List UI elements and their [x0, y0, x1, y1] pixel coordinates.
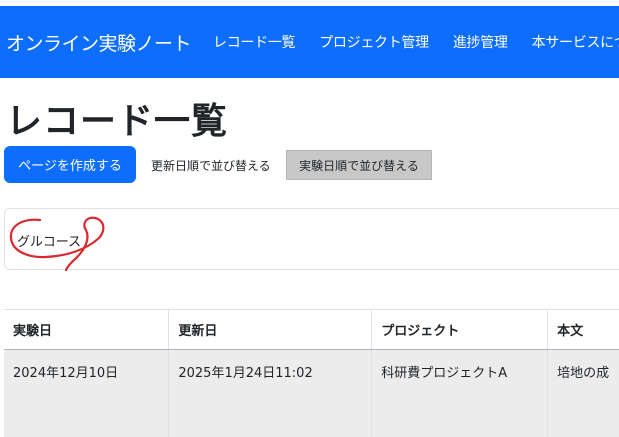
- records-table: 実験日 更新日 プロジェクト 本文 2024年12月10日 2025年1月24日…: [4, 309, 619, 437]
- circle-stroke: [9, 216, 105, 272]
- nav-link-about[interactable]: 本サービスについて: [532, 32, 619, 52]
- nav-link-progress[interactable]: 進捗管理: [453, 32, 508, 52]
- nav-link-records[interactable]: レコード一覧: [213, 32, 296, 52]
- sort-by-experiment-date-button[interactable]: 実験日順で並び替える: [286, 150, 432, 180]
- cell-experiment-date: 2024年12月10日: [4, 349, 170, 437]
- create-page-button[interactable]: ページを作成する: [4, 146, 136, 183]
- top-navbar: オンライン実験ノート レコード一覧 プロジェクト管理 進捗管理 本サービスについ…: [0, 6, 619, 78]
- column-header-body[interactable]: 本文: [547, 309, 619, 350]
- cell-body: 培地の成: [547, 349, 619, 437]
- column-header-project[interactable]: プロジェクト: [371, 309, 549, 350]
- sort-by-updated-button[interactable]: 更新日順で並び替える: [145, 150, 277, 180]
- page-title: レコード一覧: [6, 101, 229, 142]
- column-header-updated-date[interactable]: 更新日: [168, 309, 373, 350]
- red-circle-annotation: [9, 216, 105, 272]
- table-header-row: 実験日 更新日 プロジェクト 本文: [4, 309, 619, 350]
- cell-project: 科研費プロジェクトA: [371, 349, 549, 437]
- table-row[interactable]: 2024年12月10日 2025年1月24日11:02 科研費プロジェクトA 培…: [4, 349, 619, 437]
- column-header-experiment-date[interactable]: 実験日: [4, 309, 170, 350]
- brand-link[interactable]: オンライン実験ノート: [6, 29, 192, 56]
- nav-link-projects[interactable]: プロジェクト管理: [319, 32, 429, 52]
- cell-updated-date: 2025年1月24日11:02: [168, 349, 373, 437]
